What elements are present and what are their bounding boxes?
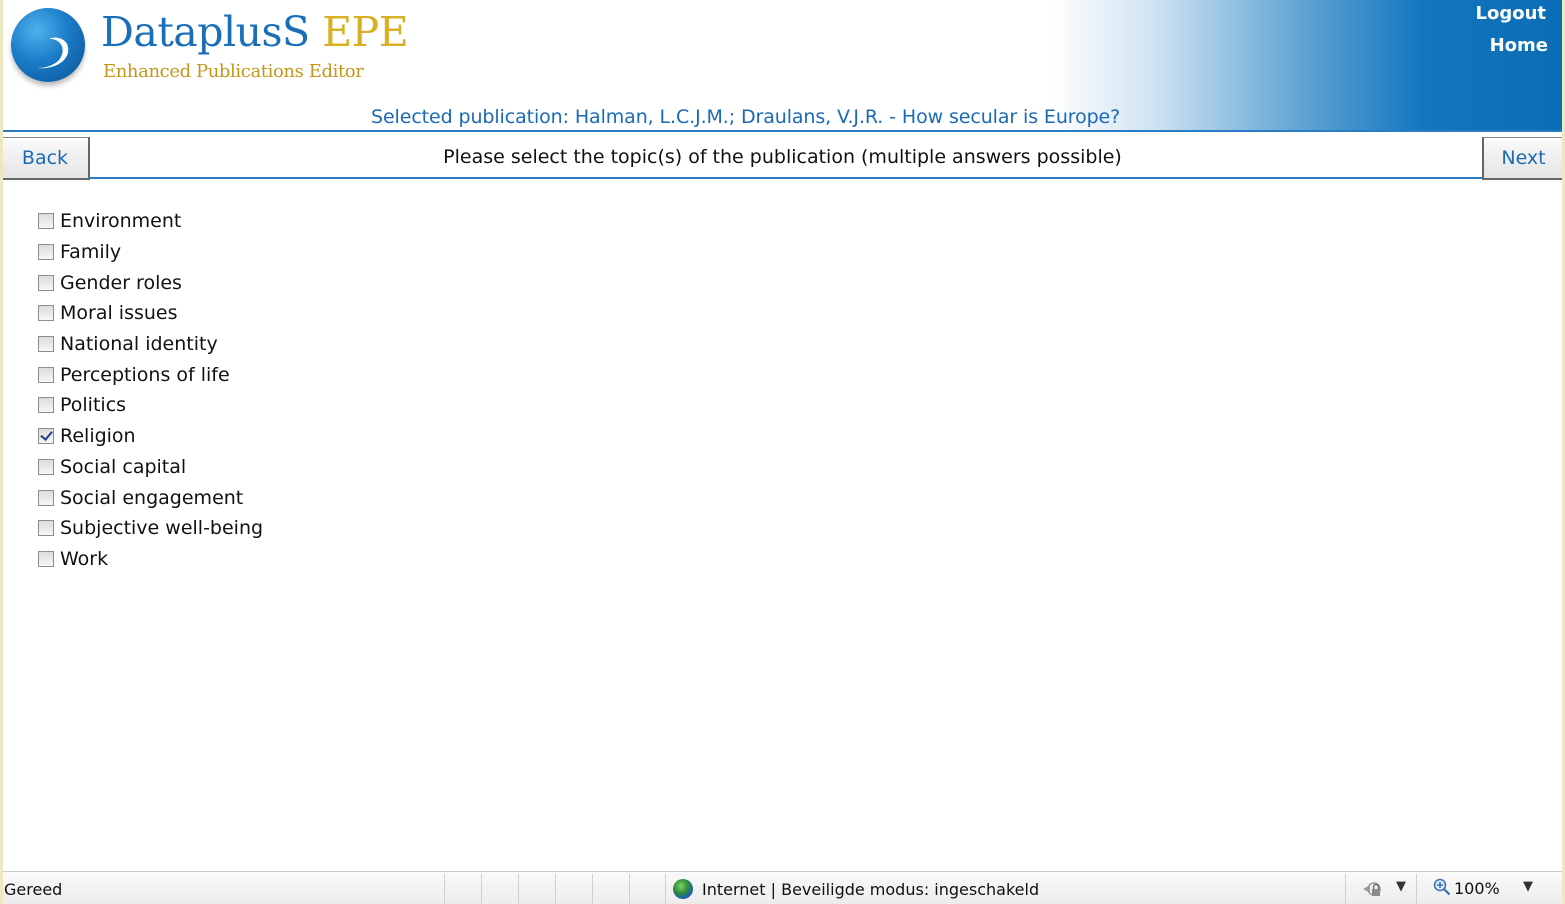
selected-publication: Selected publication: Halman, L.C.J.M.; … (371, 106, 1121, 128)
topic-checkbox[interactable] (38, 520, 54, 537)
topic-checkbox[interactable] (38, 550, 54, 567)
status-divider (592, 874, 593, 904)
status-divider (1345, 874, 1346, 904)
status-text: Gereed (4, 880, 63, 899)
topic-item[interactable]: Social capital (38, 452, 263, 483)
chevron-down-icon[interactable]: ▼ (1396, 879, 1406, 894)
zoom-level[interactable]: 100% (1454, 879, 1500, 898)
topic-checkbox[interactable] (38, 397, 54, 414)
logout-link[interactable]: Logout (1475, 3, 1546, 24)
topic-label: Environment (60, 210, 182, 233)
topic-label: Gender roles (60, 271, 182, 294)
question-text: Please select the topic(s) of the public… (443, 146, 1122, 168)
next-button[interactable]: Next (1482, 137, 1562, 180)
topic-checkbox[interactable] (38, 274, 54, 291)
topic-label: Work (60, 547, 109, 570)
wizard-nav-bar: Back Please select the topic(s) of the p… (3, 130, 1562, 180)
globe-icon (673, 879, 693, 899)
status-divider (444, 874, 445, 904)
protected-mode-icon[interactable] (1361, 879, 1383, 899)
logo-subtitle: Enhanced Publications Editor (103, 61, 364, 82)
logo-icon (11, 8, 85, 82)
topic-checkbox[interactable] (38, 458, 54, 475)
topic-item[interactable]: Subjective well-being (38, 513, 263, 544)
status-divider (629, 874, 630, 904)
topic-item[interactable]: Moral issues (38, 298, 263, 329)
topic-checkbox[interactable] (38, 336, 54, 353)
status-divider (665, 874, 666, 904)
status-divider (481, 874, 482, 904)
topic-item[interactable]: Politics (38, 390, 263, 421)
topic-list: Environment Family Gender roles Moral is… (38, 206, 263, 574)
topic-item[interactable]: Work (38, 544, 263, 575)
topic-label: Perceptions of life (60, 363, 230, 386)
browser-status-bar: Gereed Internet | Beveiligde modus: inge… (3, 871, 1562, 904)
topic-label: Politics (60, 394, 127, 417)
topic-label: Religion (60, 425, 136, 448)
status-divider (555, 874, 556, 904)
logo-name-accent: EPE (322, 8, 409, 56)
topic-item[interactable]: Family (38, 237, 263, 268)
status-divider (518, 874, 519, 904)
topic-item[interactable]: Environment (38, 206, 263, 237)
topic-checkbox[interactable] (38, 244, 54, 261)
topic-label: Social capital (60, 455, 187, 478)
topic-checkbox[interactable] (38, 305, 54, 322)
topic-item[interactable]: Perceptions of life (38, 359, 263, 390)
home-link[interactable]: Home (1490, 35, 1548, 56)
topic-label: Moral issues (60, 302, 178, 325)
security-zone-text: Internet | Beveiligde modus: ingeschakel… (702, 880, 1040, 899)
magnifier-icon[interactable] (1433, 878, 1451, 896)
topic-label: Social engagement (60, 486, 244, 509)
topic-item[interactable]: Religion (38, 421, 263, 452)
topic-checkbox[interactable] (38, 213, 54, 230)
topic-item[interactable]: Social engagement (38, 482, 263, 513)
topic-item[interactable]: Gender roles (38, 267, 263, 298)
topic-checkbox[interactable] (38, 489, 54, 506)
topic-checkbox[interactable] (38, 428, 54, 445)
topic-label: National identity (60, 333, 218, 356)
logo-name: DataplusS (101, 8, 310, 56)
logo-title: DataplusS EPE (101, 8, 409, 56)
status-divider (1416, 874, 1417, 904)
topic-label: Family (60, 241, 122, 264)
app-header: DataplusS EPE Enhanced Publications Edit… (3, 0, 1562, 131)
logo-swoosh-icon (37, 37, 69, 69)
topic-label: Subjective well-being (60, 517, 264, 540)
topic-item[interactable]: National identity (38, 329, 263, 360)
page: DataplusS EPE Enhanced Publications Edit… (3, 0, 1562, 904)
topic-checkbox[interactable] (38, 366, 54, 383)
chevron-down-icon[interactable]: ▼ (1523, 879, 1533, 894)
